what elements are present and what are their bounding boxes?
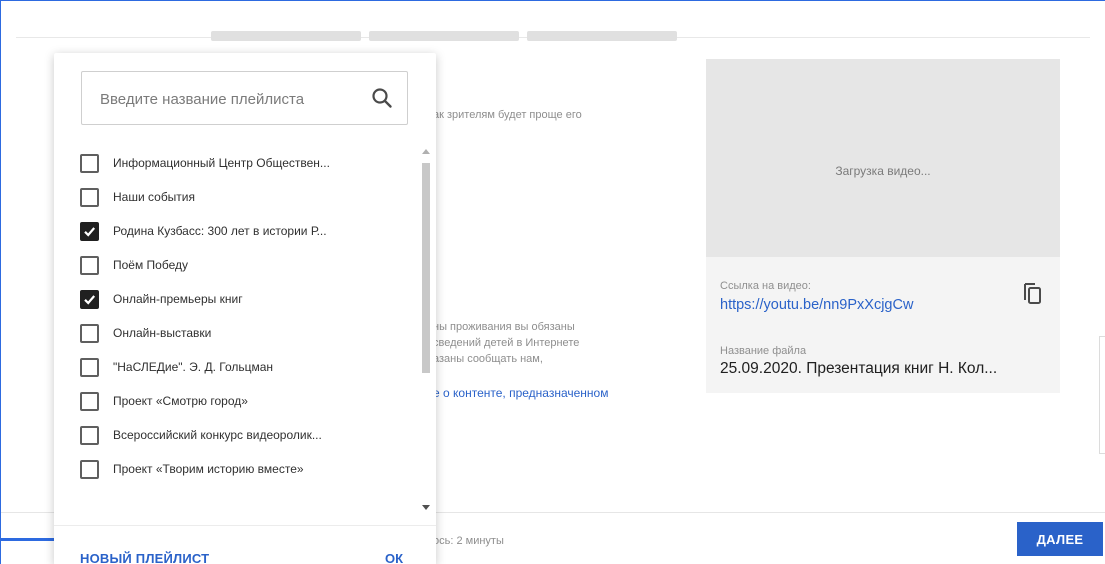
playlist-item[interactable]: Онлайн-выставки	[80, 318, 211, 348]
playlist-item-label: Проект «Творим историю вместе»	[113, 462, 304, 476]
video-info-panel: Ссылка на видео: https://youtu.be/nn9PxX…	[706, 257, 1060, 393]
playlist-item-label: Онлайн-выставки	[113, 326, 212, 340]
side-panel-edge	[1099, 336, 1105, 454]
ok-button[interactable]: ОК	[385, 551, 403, 564]
playlist-item-label: Онлайн-премьеры книг	[113, 292, 243, 306]
playlist-item-label: Всероссийский конкурс видеоролик...	[113, 428, 322, 442]
search-icon[interactable]	[369, 85, 395, 111]
playlist-item[interactable]: Проект «Смотрю город»	[80, 386, 248, 416]
checkbox-unchecked[interactable]	[80, 255, 99, 275]
step-tab-placeholder[interactable]	[369, 31, 519, 41]
checkbox-unchecked[interactable]	[80, 425, 99, 445]
checkbox-checked[interactable]	[80, 289, 99, 309]
playlist-search-box	[81, 71, 408, 125]
filename-value: 25.09.2020. Презентация книг Н. Кол...	[720, 360, 998, 377]
checkbox-unchecked[interactable]	[80, 357, 99, 377]
step-tab-placeholder[interactable]	[527, 31, 677, 41]
video-link[interactable]: https://youtu.be/nn9PxXcjgCw	[720, 297, 913, 313]
checkbox-unchecked[interactable]	[80, 153, 99, 173]
upload-dialog: ак зрителям будет проще его ны проживани…	[0, 0, 1105, 564]
video-link-label: Ссылка на видео:	[720, 280, 811, 292]
checkbox-unchecked[interactable]	[80, 323, 99, 343]
playlist-item[interactable]: Родина Кузбасс: 300 лет в истории Р...	[80, 216, 327, 246]
playlist-item[interactable]: Всероссийский конкурс видеоролик...	[80, 420, 322, 450]
playlist-item[interactable]: Проект «Творим историю вместе»	[80, 454, 304, 484]
playlist-item-label: Поём Победу	[113, 258, 189, 272]
checkbox-checked[interactable]	[80, 221, 99, 241]
playlist-item-label: "НаСЛЕДие". Э. Д. Гольцман	[113, 360, 274, 374]
playlist-item[interactable]: Онлайн-премьеры книг	[80, 284, 243, 314]
playlist-list: Информационный Центр Обществен... Наши с…	[54, 145, 419, 525]
preview-loading-text: Загрузка видео...	[835, 164, 931, 178]
checkbox-unchecked[interactable]	[80, 187, 99, 207]
checkbox-unchecked[interactable]	[80, 459, 99, 479]
video-preview: Загрузка видео...	[706, 59, 1060, 257]
next-button[interactable]: ДАЛЕЕ	[1017, 522, 1103, 556]
playlist-item-label: Проект «Смотрю город»	[113, 394, 248, 408]
playlist-search-input[interactable]	[100, 88, 360, 110]
notice-line-3: азаны сообщать нам,	[433, 353, 543, 365]
playlist-item[interactable]: Наши события	[80, 182, 195, 212]
notice-link[interactable]: е о контенте, предназначенном	[433, 385, 608, 401]
scroll-up-arrow-icon[interactable]	[422, 149, 430, 154]
scroll-down-arrow-icon[interactable]	[422, 505, 430, 510]
copy-icon[interactable]	[1020, 281, 1046, 307]
checkbox-unchecked[interactable]	[80, 391, 99, 411]
checkmark-icon	[84, 226, 96, 237]
playlist-dropdown: Информационный Центр Обществен... Наши с…	[54, 53, 436, 564]
scrollbar-thumb[interactable]	[422, 163, 430, 373]
playlist-item-label: Информационный Центр Обществен...	[113, 156, 330, 170]
notice-line-1: ны проживания вы обязаны	[433, 321, 575, 333]
playlist-item[interactable]: Поём Победу	[80, 250, 188, 280]
new-playlist-button[interactable]: НОВЫЙ ПЛЕЙЛИСТ	[80, 551, 209, 564]
notice-line-2: сведений детей в Интернете	[433, 337, 580, 349]
dropdown-footer: НОВЫЙ ПЛЕЙЛИСТ ОК	[54, 525, 436, 564]
checkmark-icon	[84, 294, 96, 305]
playlist-item[interactable]: Информационный Центр Обществен...	[80, 148, 330, 178]
upload-progress-bar	[1, 538, 61, 541]
playlist-hint-text: ак зрителям будет проще его	[433, 109, 582, 121]
step-tab-placeholder[interactable]	[211, 31, 361, 41]
filename-label: Название файла	[720, 345, 807, 357]
upload-status-text: ось: 2 минуты	[433, 535, 504, 547]
playlist-item[interactable]: "НаСЛЕДие". Э. Д. Гольцман	[80, 352, 273, 382]
playlist-item-label: Наши события	[113, 190, 196, 204]
playlist-item-label: Родина Кузбасс: 300 лет в истории Р...	[113, 224, 327, 238]
